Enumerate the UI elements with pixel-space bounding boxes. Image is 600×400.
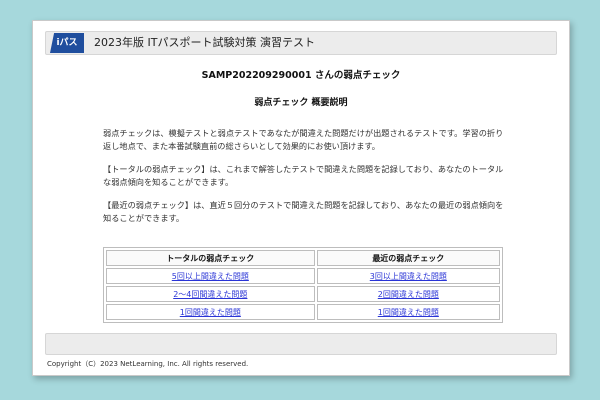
recent-2-link[interactable]: 2回間違えた問題 [378, 290, 439, 299]
table-row: 1回間違えた問題 1回間違えた問題 [106, 304, 500, 320]
ipass-logo: iパス [50, 33, 84, 53]
table-cell: 2〜4回間違えた問題 [106, 286, 315, 302]
section-title: 弱点チェック 概要説明 [254, 98, 348, 108]
table-cell: 1回間違えた問題 [106, 304, 315, 320]
table-cell: 2回間違えた問題 [316, 286, 500, 302]
weakness-check-table: トータルの弱点チェック 最近の弱点チェック 5回以上間違えた問題 3回以上間違え… [103, 247, 503, 323]
total-1-link[interactable]: 1回間違えた問題 [180, 308, 241, 317]
column-header-total: トータルの弱点チェック [106, 250, 315, 266]
total-check-description: 【トータルの弱点チェック】は、これまで解答したテストで間違えた問題を記録しており… [103, 164, 504, 187]
footer-bar [45, 333, 557, 355]
table-row: 2〜4回間違えた問題 2回間違えた問題 [106, 286, 500, 302]
table-cell: 1回間違えた問題 [316, 304, 500, 320]
recent-1-link[interactable]: 1回間違えた問題 [378, 308, 439, 317]
column-header-recent: 最近の弱点チェック [316, 250, 500, 266]
header-bar: iパス 2023年版 ITパスポート試験対策 演習テスト [45, 31, 557, 55]
page-title: SAMP202209290001 さんの弱点チェック [201, 70, 401, 81]
total-2to4-link[interactable]: 2〜4回間違えた問題 [173, 290, 247, 299]
total-5plus-link[interactable]: 5回以上間違えた問題 [172, 272, 249, 281]
recent-check-description: 【最近の弱点チェック】は、直近５回分のテストで間違えた問題を記録しており、あなた… [103, 200, 504, 223]
recent-3plus-link[interactable]: 3回以上間違えた問題 [370, 272, 447, 281]
table-cell: 5回以上間違えた問題 [106, 268, 315, 284]
description-paragraph: 弱点チェックは、模擬テストと弱点テストであなたが間違えた問題だけが出題されるテス… [103, 128, 504, 151]
app-title: 2023年版 ITパスポート試験対策 演習テスト [94, 36, 315, 49]
table-row: 5回以上間違えた問題 3回以上間違えた問題 [106, 268, 500, 284]
app-window: iパス 2023年版 ITパスポート試験対策 演習テスト SAMP2022092… [32, 20, 570, 376]
copyright-text: Copyright（C）2023 NetLearning, Inc. All r… [47, 360, 249, 368]
table-cell: 3回以上間違えた問題 [316, 268, 500, 284]
table-header-row: トータルの弱点チェック 最近の弱点チェック [106, 250, 500, 266]
